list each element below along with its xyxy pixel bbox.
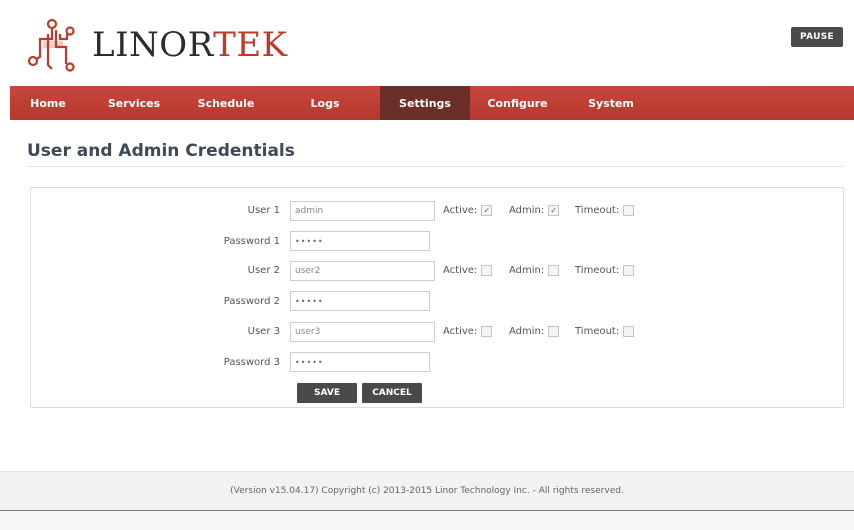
user-1-admin-flag: Admin: ✓	[509, 205, 560, 216]
password-3-label: Password 3	[223, 357, 280, 368]
timeout-label: Timeout:	[575, 205, 620, 216]
save-button[interactable]: SAVE	[297, 383, 357, 403]
user-1-label: User 1	[247, 205, 280, 216]
nav-item-home[interactable]: Home	[10, 86, 86, 120]
user-3-admin-checkbox[interactable]	[548, 326, 560, 337]
password-2-label: Password 2	[223, 296, 280, 307]
user-1-timeout-checkbox[interactable]	[623, 205, 635, 216]
user-2-active-flag: Active:	[443, 265, 493, 276]
user-2-timeout-flag: Timeout:	[575, 265, 635, 276]
user-3-username-input[interactable]	[290, 322, 435, 342]
admin-label: Admin:	[509, 326, 545, 337]
active-label: Active:	[443, 205, 478, 216]
nav-item-settings[interactable]: Settings	[380, 86, 470, 120]
brand-name-part1: LINOR	[92, 25, 214, 65]
user-1-active-flag: Active: ✓	[443, 205, 493, 216]
user-2-admin-checkbox[interactable]	[548, 265, 560, 276]
admin-label: Admin:	[509, 265, 545, 276]
user-1-active-checkbox[interactable]: ✓	[481, 205, 493, 216]
brand-name: LINORTEK	[92, 28, 288, 62]
copyright-text: (Version v15.04.17) Copyright (c) 2013-2…	[230, 486, 624, 496]
nav-item-schedule[interactable]: Schedule	[182, 86, 270, 120]
user-3-active-checkbox[interactable]	[481, 326, 493, 337]
user-2-admin-flag: Admin:	[509, 265, 560, 276]
title-divider	[27, 166, 844, 167]
nav-item-configure[interactable]: Configure	[470, 86, 565, 120]
brand-logo: LINORTEK	[26, 17, 288, 73]
user-2-label: User 2	[247, 265, 280, 276]
user-2-username-input[interactable]	[290, 261, 435, 281]
user-3-timeout-checkbox[interactable]	[623, 326, 635, 337]
cancel-button[interactable]: CANCEL	[362, 383, 422, 403]
user-3-admin-flag: Admin:	[509, 326, 560, 337]
user-1-admin-checkbox[interactable]: ✓	[548, 205, 560, 216]
active-label: Active:	[443, 326, 478, 337]
timeout-label: Timeout:	[575, 265, 620, 276]
user-3-timeout-flag: Timeout:	[575, 326, 635, 337]
password-2-input[interactable]	[290, 291, 430, 311]
user-2-active-checkbox[interactable]	[481, 265, 493, 276]
pause-button[interactable]: PAUSE	[791, 27, 843, 47]
footer: (Version v15.04.17) Copyright (c) 2013-2…	[0, 471, 854, 512]
nav-item-logs[interactable]: Logs	[270, 86, 380, 120]
credentials-panel: User 1 Active:✓ Admin:✓ Timeout: Passwor…	[30, 187, 844, 408]
timeout-label: Timeout:	[575, 326, 620, 337]
password-1-input[interactable]	[290, 231, 430, 251]
password-1-label: Password 1	[223, 236, 280, 247]
admin-label: Admin:	[509, 205, 545, 216]
main-nav: Home Services Schedule Logs Settings Con…	[10, 86, 854, 120]
active-label: Active:	[443, 265, 478, 276]
nav-item-services[interactable]: Services	[86, 86, 182, 120]
user-2-timeout-checkbox[interactable]	[623, 265, 635, 276]
page-title: User and Admin Credentials	[27, 141, 295, 161]
password-3-input[interactable]	[290, 352, 430, 372]
bottom-strip	[0, 511, 854, 530]
circuit-logo-icon	[27, 18, 75, 72]
user-3-label: User 3	[247, 326, 280, 337]
user-1-timeout-flag: Timeout:	[575, 205, 635, 216]
nav-item-system[interactable]: System	[565, 86, 657, 120]
user-1-username-input[interactable]	[290, 201, 435, 221]
brand-name-part2: TEK	[213, 25, 288, 65]
user-3-active-flag: Active:	[443, 326, 493, 337]
